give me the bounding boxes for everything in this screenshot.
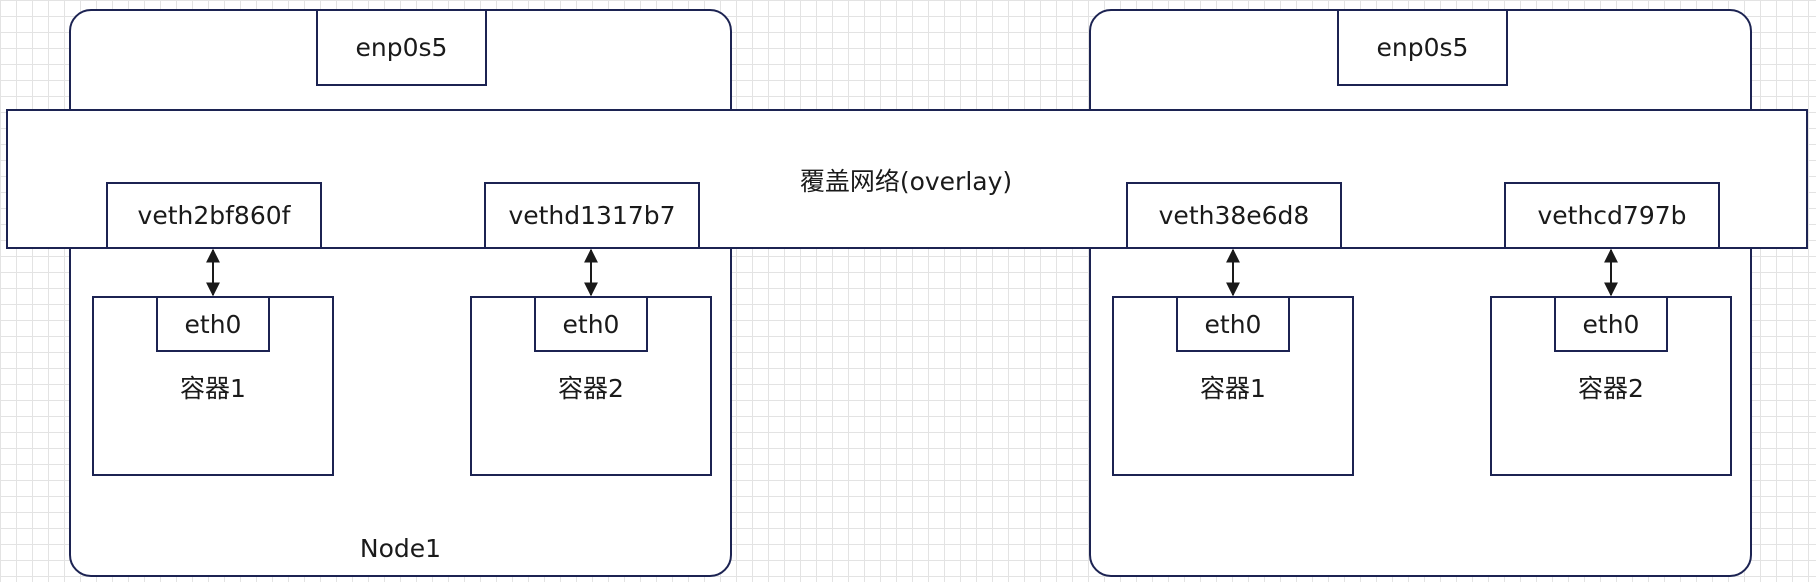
connectors [206,248,1618,297]
